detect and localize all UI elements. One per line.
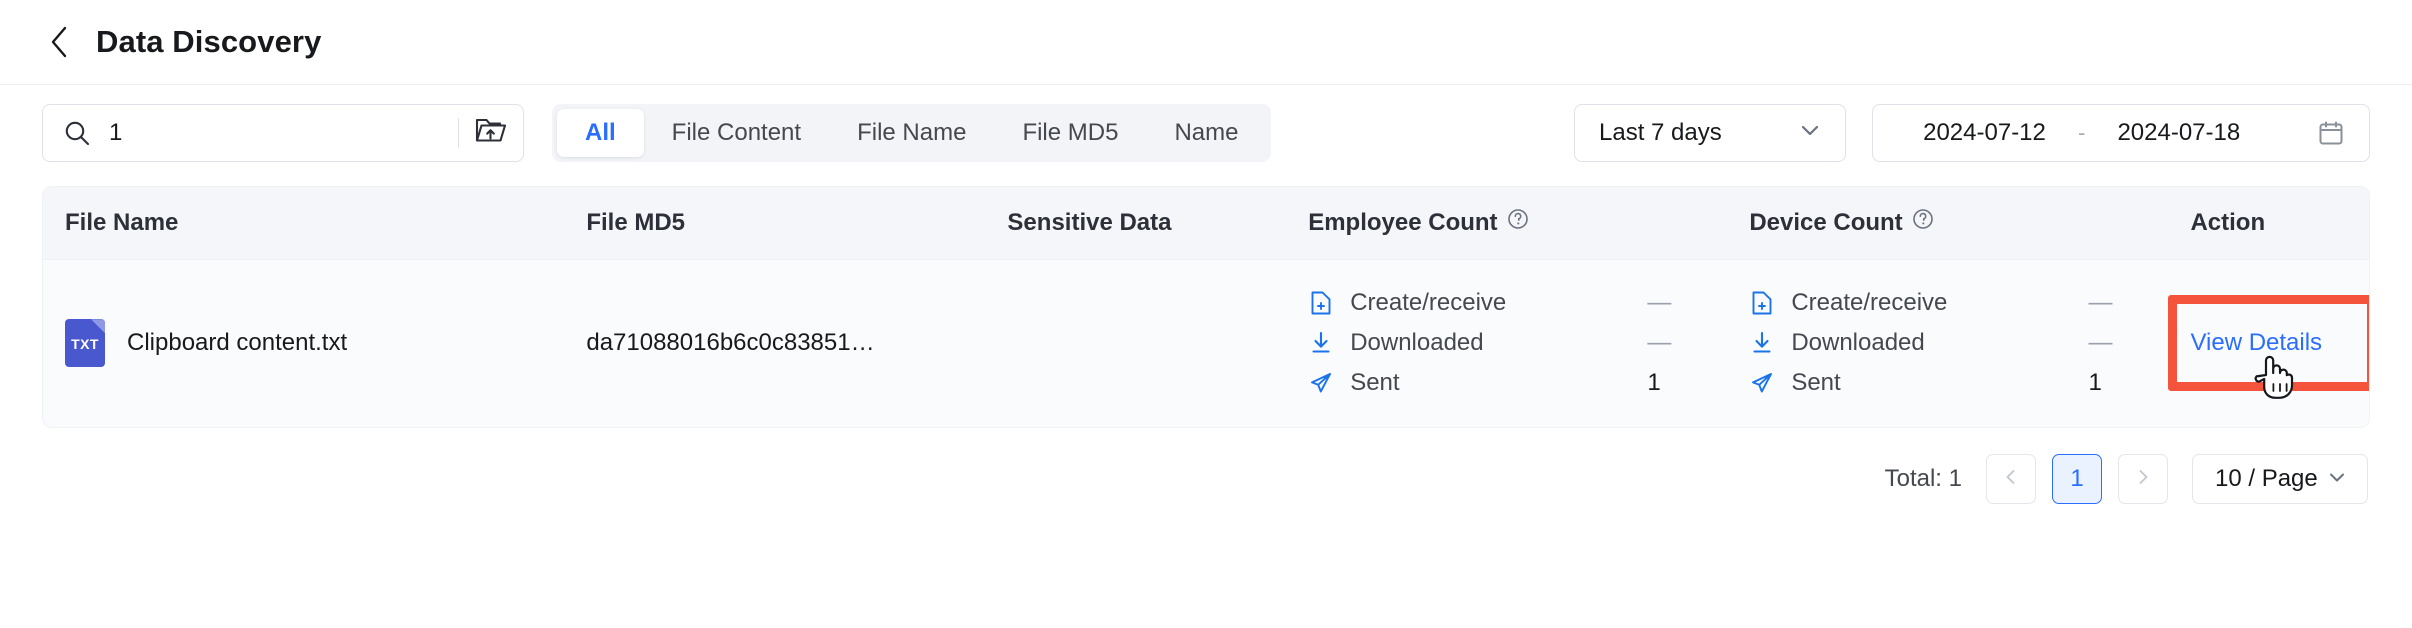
- chevron-down-icon: [2325, 465, 2349, 494]
- count-value: 1: [2088, 369, 2102, 397]
- search-box[interactable]: [42, 103, 524, 162]
- chevron-down-icon: [1797, 117, 1823, 148]
- pagination-prev-button[interactable]: [1986, 454, 2036, 504]
- table-row: TXT Clipboard content.txt da71088016b6c0…: [43, 258, 2369, 427]
- tab-label: File Content: [671, 118, 802, 146]
- pagination: Total: 1 1 10 / Page: [0, 428, 2412, 504]
- download-icon: [1749, 330, 1775, 356]
- page-title: Data Discovery: [96, 24, 322, 59]
- file-plus-icon: [1749, 290, 1775, 316]
- column-label: Device Count: [1749, 208, 1903, 236]
- count-value: —: [1647, 329, 1672, 357]
- device-count-list: Create/receive — Downloaded — Sent 1: [1749, 289, 2168, 397]
- count-label: Create/receive: [1350, 289, 1507, 317]
- file-md5-text: da71088016b6c0c83851…: [586, 329, 875, 357]
- cell-action: View Details: [2168, 258, 2369, 427]
- search-icon: [63, 119, 91, 147]
- column-label: Employee Count: [1308, 208, 1498, 236]
- cell-sensitive-data: [985, 258, 1287, 427]
- calendar-icon: [2317, 119, 2345, 147]
- txt-file-icon: TXT: [65, 319, 105, 368]
- page-number: 1: [2070, 465, 2084, 492]
- column-label: Sensitive Data: [1007, 208, 1172, 236]
- employee-count-create-receive: Create/receive —: [1308, 289, 1727, 317]
- tab-label: Name: [1174, 118, 1239, 146]
- count-label: Sent: [1350, 369, 1400, 397]
- pagination-page-1[interactable]: 1: [2052, 454, 2102, 504]
- toolbar-right: Last 7 days -: [1574, 103, 2370, 162]
- date-range-preset-select[interactable]: Last 7 days: [1574, 103, 1846, 162]
- column-header-employee-count: Employee Count: [1286, 187, 1728, 259]
- send-icon: [1308, 370, 1334, 396]
- tab-label: File Name: [857, 118, 967, 146]
- search-divider: [458, 117, 459, 148]
- send-icon: [1749, 370, 1775, 396]
- date-range-preset-value: Last 7 days: [1599, 118, 1722, 146]
- count-value: —: [1647, 289, 1672, 317]
- count-label: Downloaded: [1791, 329, 1925, 357]
- count-value: —: [2088, 289, 2113, 317]
- count-label: Downloaded: [1350, 329, 1484, 357]
- search-input[interactable]: [91, 118, 458, 147]
- device-count-create-receive: Create/receive —: [1749, 289, 2168, 317]
- page-size-select[interactable]: 10 / Page: [2192, 454, 2368, 504]
- count-value: 1: [1647, 369, 1661, 397]
- file-icon-fold: [91, 319, 105, 334]
- cell-device-count: Create/receive — Downloaded — Sent 1: [1727, 258, 2169, 427]
- cell-employee-count: Create/receive — Downloaded — Sent 1: [1286, 258, 1728, 427]
- count-label: Sent: [1791, 369, 1841, 397]
- file-icon-label: TXT: [71, 336, 99, 353]
- tab-name[interactable]: Name: [1146, 109, 1266, 157]
- total-count-text: Total: 1: [1884, 465, 1962, 492]
- question-circle-icon[interactable]: [1912, 208, 1934, 237]
- chevron-right-icon: [2134, 468, 2152, 491]
- device-count-sent: Sent 1: [1749, 369, 2168, 397]
- cell-file-name: TXT Clipboard content.txt: [43, 258, 565, 427]
- chevron-left-icon: [48, 25, 70, 59]
- chevron-left-icon: [2002, 468, 2020, 491]
- download-icon: [1308, 330, 1334, 356]
- folder-upload-button[interactable]: [463, 105, 519, 161]
- column-label: File Name: [65, 208, 179, 236]
- device-count-downloaded: Downloaded —: [1749, 329, 2168, 357]
- page-size-value: 10 / Page: [2215, 465, 2318, 492]
- column-label: Action: [2190, 208, 2266, 236]
- column-header-device-count: Device Count: [1727, 187, 2169, 259]
- column-header-sensitive-data: Sensitive Data: [985, 187, 1287, 259]
- toolbar: All File Content File Name File MD5 Name…: [0, 85, 2412, 180]
- page-header: Data Discovery: [0, 0, 2412, 85]
- count-label: Create/receive: [1791, 289, 1948, 317]
- tab-file-content[interactable]: File Content: [644, 109, 829, 157]
- count-value: —: [2088, 329, 2113, 357]
- employee-count-downloaded: Downloaded —: [1308, 329, 1727, 357]
- pagination-next-button[interactable]: [2118, 454, 2168, 504]
- column-header-file-name: File Name: [43, 187, 565, 259]
- tab-label: All: [585, 118, 616, 146]
- file-name-text: Clipboard content.txt: [127, 329, 348, 357]
- date-range-picker[interactable]: -: [1872, 103, 2370, 162]
- date-separator: -: [2078, 119, 2086, 145]
- column-header-action: Action: [2168, 187, 2369, 259]
- back-button[interactable]: [42, 25, 76, 59]
- hand-pointer-cursor: [2252, 351, 2296, 406]
- date-end-input[interactable]: [2091, 118, 2267, 147]
- filter-tabs: All File Content File Name File MD5 Name: [552, 103, 1272, 162]
- file-plus-icon: [1308, 290, 1334, 316]
- column-header-file-md5: File MD5: [564, 187, 986, 259]
- employee-count-list: Create/receive — Downloaded — Sent 1: [1308, 289, 1727, 397]
- view-details-link[interactable]: View Details: [2190, 329, 2322, 357]
- folder-upload-icon: [474, 115, 508, 150]
- tab-all[interactable]: All: [557, 108, 644, 157]
- cell-file-md5: da71088016b6c0c83851…: [564, 258, 986, 427]
- column-label: File MD5: [586, 208, 686, 236]
- question-circle-icon[interactable]: [1507, 208, 1529, 237]
- tab-label: File MD5: [1022, 118, 1119, 146]
- tab-file-name[interactable]: File Name: [829, 109, 994, 157]
- tab-file-md5[interactable]: File MD5: [994, 109, 1146, 157]
- results-table: File Name File MD5 Sensitive Data Employ…: [42, 186, 2370, 428]
- employee-count-sent: Sent 1: [1308, 369, 1727, 397]
- date-start-input[interactable]: [1897, 118, 2072, 147]
- table-header-row: File Name File MD5 Sensitive Data Employ…: [43, 187, 2369, 259]
